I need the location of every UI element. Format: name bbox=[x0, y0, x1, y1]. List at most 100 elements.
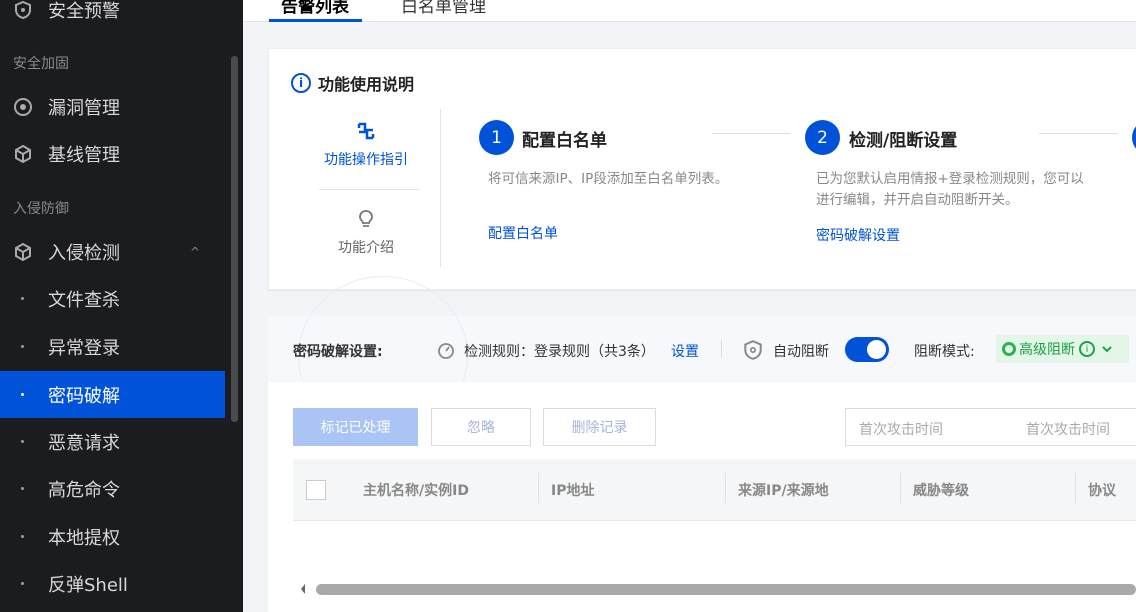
column-header[interactable]: 威胁等级 bbox=[913, 480, 969, 500]
help-title: i 功能使用说明 bbox=[291, 71, 414, 95]
sidebar-subitem-label: 异常登录 bbox=[48, 337, 120, 359]
sidebar-subitem-label: 密码破解 bbox=[48, 385, 120, 407]
step-2-desc-line: 已为您默认启用情报+登录检测规则，您可以 bbox=[816, 171, 1084, 187]
step-2-description: 已为您默认启用情报+登录检测规则，您可以 进行编辑，并开启自动阻断开关。 bbox=[816, 169, 1084, 211]
step-connector bbox=[712, 133, 790, 134]
info-icon[interactable]: i bbox=[1079, 341, 1095, 357]
sidebar-subitem[interactable]: 反弹Shell bbox=[0, 560, 225, 607]
sidebar-item-baseline[interactable]: 基线管理 bbox=[0, 130, 225, 177]
sidebar-subitem-label: 高危命令 bbox=[48, 479, 120, 501]
sidebar-item-intrusion-detection[interactable]: 入侵检测 ^ bbox=[0, 228, 225, 275]
nav-intro-label: 功能介绍 bbox=[338, 240, 394, 256]
sidebar-group-defense: 入侵防御 bbox=[13, 201, 69, 217]
sidebar-item-label: 漏洞管理 bbox=[48, 97, 120, 119]
info-icon: i bbox=[291, 73, 311, 93]
sidebar-subitem-active[interactable]: 密码破解 bbox=[0, 371, 225, 418]
nav-guide[interactable]: 功能操作指引 bbox=[321, 121, 411, 169]
tab-bar: 告警列表 白名单管理 bbox=[243, 0, 1136, 22]
sidebar-subitem[interactable]: 本地提权 bbox=[0, 513, 225, 560]
cube-icon bbox=[15, 242, 31, 261]
cube-icon bbox=[15, 144, 31, 163]
sidebar-subitem[interactable]: 异常登录 bbox=[0, 323, 225, 370]
sidebar-item-label: 基线管理 bbox=[48, 144, 120, 166]
password-crack-settings-link[interactable]: 密码破解设置 bbox=[816, 225, 900, 245]
tab-active-indicator bbox=[269, 19, 362, 22]
column-header[interactable]: 来源IP/来源地 bbox=[738, 480, 829, 500]
bullet-icon bbox=[21, 582, 24, 585]
detection-rule-text: 检测规则：登录规则（共3条） bbox=[464, 344, 655, 360]
table-header: 主机名称/实例ID IP地址 来源IP/来源地 威胁等级 协议 bbox=[293, 459, 1136, 521]
auto-block-label: 自动阻断 bbox=[773, 344, 829, 360]
divider bbox=[721, 340, 722, 358]
bullet-icon bbox=[21, 297, 24, 300]
bullet-icon bbox=[21, 535, 24, 538]
status-icon bbox=[1002, 342, 1016, 356]
bullet-icon bbox=[21, 487, 24, 490]
column-divider bbox=[900, 473, 901, 503]
sidebar-subitem-label: 文件查杀 bbox=[48, 289, 120, 311]
block-mode-select[interactable]: 高级阻断 i bbox=[996, 335, 1129, 363]
auto-block-toggle[interactable] bbox=[845, 337, 889, 362]
bug-icon bbox=[14, 97, 32, 116]
sidebar-group-hardening: 安全加固 bbox=[13, 56, 69, 72]
sidebar-subitem-label: 本地提权 bbox=[48, 527, 120, 549]
detection-rule-icon bbox=[438, 343, 454, 359]
settings-bar: 密码破解设置: 检测规则：登录规则（共3条） 设置 自动阻断 阻断模式: 高级阻… bbox=[268, 276, 1136, 436]
rule-settings-link[interactable]: 设置 bbox=[671, 341, 699, 361]
sidebar-scrollbar[interactable] bbox=[231, 56, 238, 422]
sidebar-item-label: 入侵检测 bbox=[48, 242, 120, 264]
bullet-icon bbox=[21, 345, 24, 348]
nav-guide-label: 功能操作指引 bbox=[324, 152, 408, 168]
step-2-title: 检测/阻断设置 bbox=[849, 131, 958, 151]
select-all-checkbox[interactable] bbox=[306, 480, 326, 500]
mark-processed-button[interactable]: 标记已处理 bbox=[293, 408, 418, 446]
column-divider bbox=[538, 473, 539, 503]
column-divider bbox=[1075, 473, 1076, 503]
column-header[interactable]: IP地址 bbox=[551, 480, 594, 500]
sidebar: 安全预警 安全加固 漏洞管理 基线管理 入侵防御 入侵检测 ^ 文件查杀 异常登… bbox=[0, 0, 243, 612]
sidebar-subitem[interactable]: 恶意请求 bbox=[0, 418, 225, 465]
delete-record-button[interactable]: 删除记录 bbox=[543, 408, 656, 446]
date-range-picker[interactable]: 首次攻击时间 首次攻击时间 bbox=[845, 408, 1136, 446]
divider bbox=[319, 189, 419, 190]
date-start-input[interactable]: 首次攻击时间 bbox=[859, 419, 943, 439]
shield-icon bbox=[15, 0, 31, 19]
step-1-description: 将可信来源IP、IP段添加至白名单列表。 bbox=[488, 171, 729, 187]
sidebar-item-vulnerability[interactable]: 漏洞管理 bbox=[0, 83, 225, 130]
alert-table-panel: 标记已处理 忽略 删除记录 首次攻击时间 首次攻击时间 主机名称/实例ID IP… bbox=[268, 382, 1136, 612]
horizontal-scrollbar[interactable] bbox=[316, 584, 1136, 595]
ignore-button[interactable]: 忽略 bbox=[431, 408, 531, 446]
date-end-input[interactable]: 首次攻击时间 bbox=[1026, 419, 1110, 439]
column-header[interactable]: 协议 bbox=[1088, 480, 1116, 500]
sidebar-item-label: 安全预警 bbox=[48, 0, 120, 22]
sidebar-item-security-alert[interactable]: 安全预警 bbox=[0, 0, 225, 33]
chevron-down-icon bbox=[1102, 346, 1112, 353]
scroll-left-icon[interactable] bbox=[298, 582, 308, 596]
column-header[interactable]: 主机名称/实例ID bbox=[363, 480, 469, 500]
divider bbox=[440, 109, 441, 267]
guide-icon bbox=[357, 122, 375, 140]
column-divider bbox=[725, 473, 726, 503]
bullet-icon bbox=[21, 440, 24, 443]
lightbulb-icon bbox=[359, 210, 373, 227]
chevron-up-icon: ^ bbox=[190, 244, 201, 259]
settings-label: 密码破解设置: bbox=[293, 344, 383, 360]
configure-whitelist-link[interactable]: 配置白名单 bbox=[488, 223, 558, 243]
sidebar-subitem[interactable]: 高危命令 bbox=[0, 465, 225, 512]
block-mode-label: 阻断模式: bbox=[914, 344, 975, 360]
step-3-number bbox=[1132, 120, 1136, 155]
tab-whitelist[interactable]: 白名单管理 bbox=[401, 0, 486, 17]
bullet-icon bbox=[21, 393, 24, 396]
help-card: i 功能使用说明 功能操作指引 功能介绍 1 配置白名单 将可信来源IP、IP段… bbox=[268, 48, 1136, 290]
nav-intro[interactable]: 功能介绍 bbox=[321, 209, 411, 257]
step-2-number: 2 bbox=[805, 120, 840, 155]
step-2-desc-line: 进行编辑，并开启自动阻断开关。 bbox=[816, 192, 1019, 208]
step-connector bbox=[1039, 133, 1117, 134]
sidebar-subitem[interactable]: 文件查杀 bbox=[0, 275, 225, 322]
step-1-number: 1 bbox=[479, 120, 514, 155]
help-title-text: 功能使用说明 bbox=[318, 75, 415, 94]
sidebar-subitem-label: 恶意请求 bbox=[48, 432, 120, 454]
tab-alerts[interactable]: 告警列表 bbox=[281, 0, 349, 17]
shield-icon bbox=[744, 340, 762, 360]
step-1-title: 配置白名单 bbox=[522, 131, 607, 151]
